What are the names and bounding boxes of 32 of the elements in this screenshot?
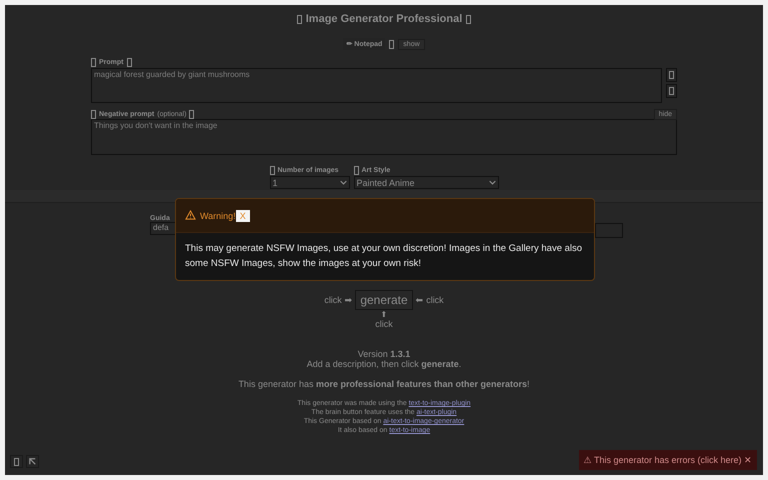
click-hint: click ➡ (324, 295, 352, 305)
click-hint: click (374, 319, 394, 329)
corner-arrow-button[interactable] (26, 455, 39, 468)
glyph-box-button[interactable] (666, 68, 677, 82)
error-banner[interactable]: ⚠ This generator has errors (click here) ✕ (578, 450, 757, 470)
arrow-icon (28, 457, 37, 466)
page-title: Image Generator Professional (306, 13, 462, 25)
up-arrow-icon: ⬆ (5, 310, 763, 319)
glyph-box-icon (389, 40, 394, 48)
generate-button[interactable]: generate (355, 290, 413, 310)
negative-prompt-field[interactable]: Things you don't want in the image (91, 119, 677, 155)
version-text: Version 1.3.1 (356, 349, 412, 359)
glyph-box-icon (466, 14, 472, 24)
glyph-box-icon (296, 14, 302, 24)
input-field[interactable] (595, 223, 623, 238)
hint-text: Add a description, then click generate. (306, 359, 462, 369)
chevron-down-icon (488, 180, 496, 185)
glyph-box-button[interactable] (666, 84, 677, 98)
glyph-box-icon (91, 58, 96, 66)
prompt-field[interactable]: magical forest guarded by giant mushrooms (91, 68, 662, 103)
glyph-box-icon (126, 58, 132, 66)
dropdown[interactable]: Painted Anime (354, 176, 498, 189)
dialog-message: This may generate NSFW Images, use at your own discretion! Images in the Gallery have also some NSFW Images, show the images at your own risk! (184, 242, 584, 271)
close-button[interactable]: X (236, 210, 250, 222)
chevron-down-icon (340, 180, 346, 185)
dropdown[interactable]: 1 (270, 176, 350, 189)
glyph-box-button[interactable] (10, 455, 23, 468)
dialog-title: Warning! (200, 210, 236, 220)
glyph-box-icon (354, 166, 358, 174)
click-hint: ⬅ click (416, 295, 444, 305)
glyph-box-icon (270, 166, 274, 174)
tagline-text: This generator has more professional features than other generators! (237, 379, 531, 389)
